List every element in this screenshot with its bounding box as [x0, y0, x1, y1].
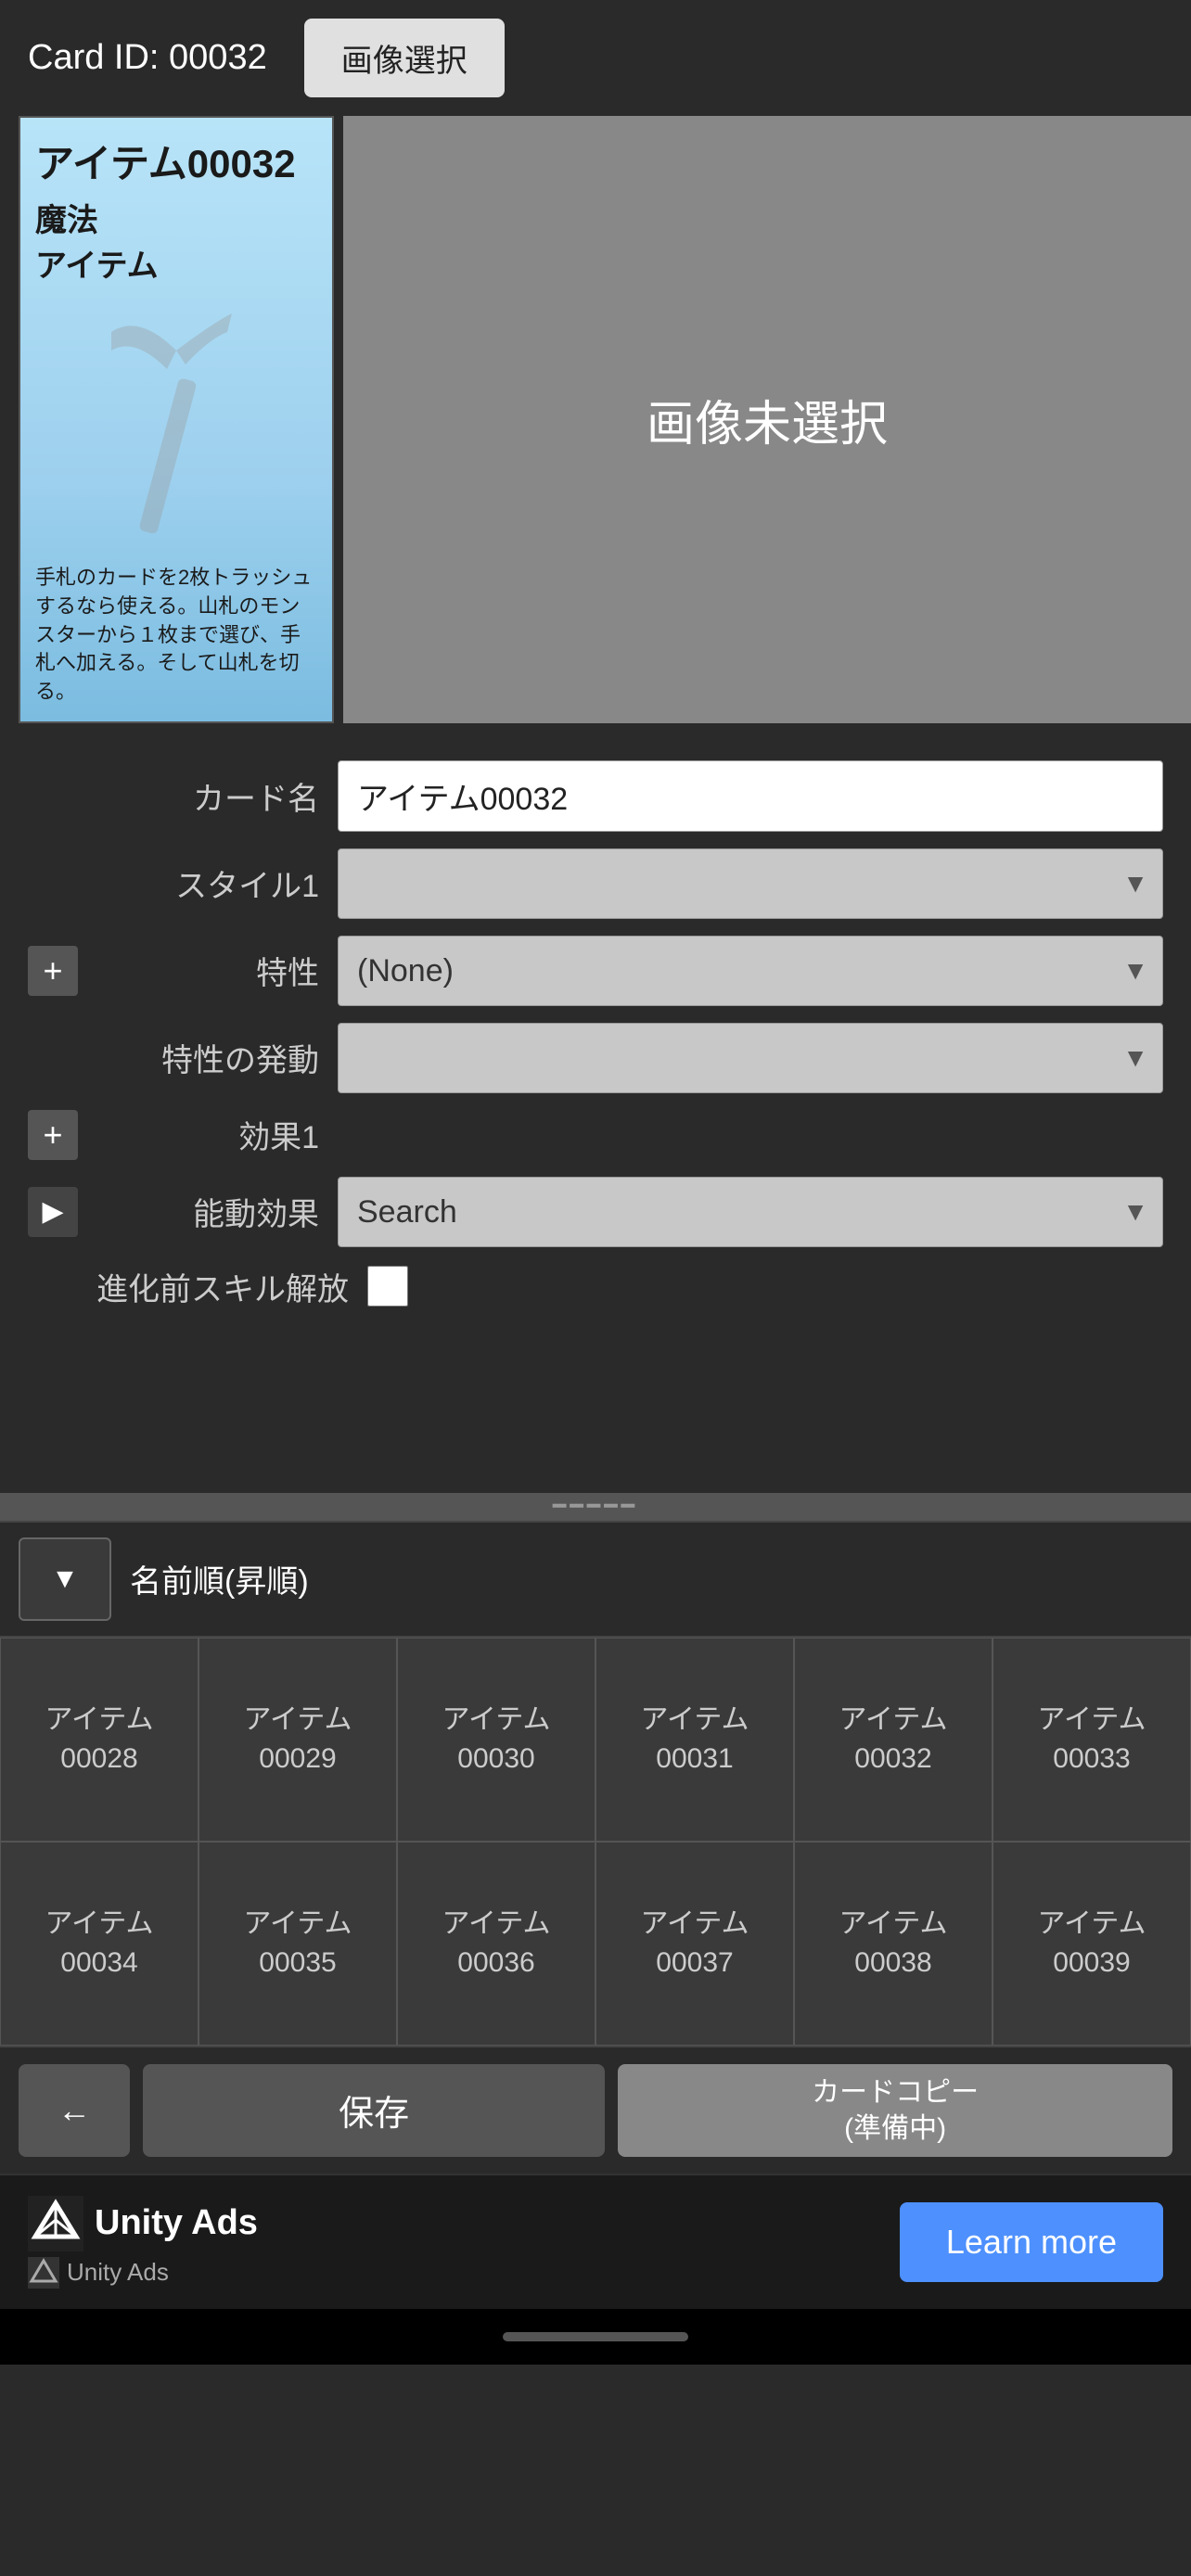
- unity-small-branding: Unity Ads: [28, 2257, 169, 2289]
- passive-effect-select[interactable]: Search: [338, 1177, 1163, 1247]
- sort-label: 名前順(昇順): [130, 1556, 309, 1601]
- trait-trigger-row: 特性の発動 ▼: [28, 1023, 1163, 1093]
- back-arrow-icon: ←: [58, 2091, 91, 2130]
- pre-evo-skill-label: 進化前スキル解放: [96, 1264, 349, 1309]
- pre-evo-skill-row: 進化前スキル解放: [28, 1264, 1163, 1309]
- grid-cell-label: アイテム00029: [244, 1701, 352, 1779]
- grid-cell-00038[interactable]: アイテム00038: [794, 1842, 992, 2046]
- sort-arrow-icon: ▼: [51, 1563, 79, 1595]
- trait-row: + 特性 (None) ▼: [28, 936, 1163, 1006]
- effect1-add-button[interactable]: +: [28, 1110, 78, 1160]
- trait-trigger-select-wrapper: ▼: [338, 1023, 1163, 1093]
- card-preview-title: アイテム00032: [35, 133, 317, 189]
- grid-cell-label: アイテム00039: [1038, 1905, 1146, 1983]
- grid-cell-label: アイテム00033: [1038, 1701, 1146, 1779]
- home-indicator: [0, 2309, 1191, 2365]
- grid-cell-00031[interactable]: アイテム00031: [596, 1638, 794, 1842]
- card-copy-label: カードコピー(準備中): [812, 2077, 979, 2144]
- unity-logo-area: Unity Ads Unity Ads: [28, 2196, 258, 2289]
- grid-cell-00037[interactable]: アイテム00037: [596, 1842, 794, 2046]
- grid-cell-00035[interactable]: アイテム00035: [198, 1842, 397, 2046]
- style1-select-wrapper: ▼: [338, 848, 1163, 919]
- drag-divider[interactable]: ━━━━━: [0, 1493, 1191, 1521]
- card-name-row: カード名: [28, 760, 1163, 832]
- card-preview-desc: 手札のカードを2枚トラッシュするなら使える。山札のモンスターから１枚まで選び、手…: [35, 564, 317, 707]
- drag-handle-icon: ━━━━━: [553, 1493, 638, 1520]
- image-select-button[interactable]: 画像選択: [304, 19, 505, 97]
- grid-cell-00030[interactable]: アイテム00030: [397, 1638, 596, 1842]
- unity-small-logo-icon: [28, 2257, 59, 2289]
- sort-direction-button[interactable]: ▼: [19, 1537, 111, 1621]
- grid-cell-00032[interactable]: アイテム00032: [794, 1638, 992, 1842]
- style1-select[interactable]: [338, 848, 1163, 919]
- passive-effect-select-wrapper: Search ▼: [338, 1177, 1163, 1247]
- action-bar: ← 保存 カードコピー(準備中): [0, 2046, 1191, 2174]
- unity-ads-text: Unity Ads: [95, 2203, 258, 2243]
- effect1-label: 効果1: [96, 1112, 319, 1157]
- grid-cell-label: アイテム00036: [442, 1905, 551, 1983]
- card-name-label: カード名: [96, 773, 319, 819]
- save-button[interactable]: 保存: [143, 2064, 605, 2157]
- grid-cell-00039[interactable]: アイテム00039: [992, 1842, 1191, 2046]
- preview-area: アイテム00032 魔法 アイテム 手札のカードを2枚トラッシュするなら使える。…: [0, 116, 1191, 742]
- back-button[interactable]: ←: [19, 2064, 130, 2157]
- card-preview-type1: 魔法: [35, 195, 317, 240]
- card-id-label: Card ID: 00032: [28, 38, 267, 78]
- grid-cell-00034[interactable]: アイテム00034: [0, 1842, 198, 2046]
- grid-cell-00028[interactable]: アイテム00028: [0, 1638, 198, 1842]
- unity-ads-logo-icon: [28, 2196, 83, 2251]
- sort-bar: ▼ 名前順(昇順): [0, 1521, 1191, 1636]
- unity-ads-branding: Unity Ads: [28, 2196, 258, 2251]
- form-area: カード名 スタイル1 ▼ + 特性 (None) ▼ 特性の発動: [0, 742, 1191, 1493]
- trait-trigger-select[interactable]: [338, 1023, 1163, 1093]
- grid-cell-label: アイテム00035: [244, 1905, 352, 1983]
- pickaxe-icon: [83, 304, 269, 545]
- play-button[interactable]: ▶: [28, 1187, 78, 1237]
- grid-cell-label: アイテム00032: [839, 1701, 948, 1779]
- pre-evo-skill-checkbox[interactable]: [367, 1266, 408, 1307]
- card-image-area: [35, 295, 317, 555]
- grid-cell-label: アイテム00038: [839, 1905, 948, 1983]
- card-grid: アイテム00028 アイテム00029 アイテム00030 アイテム00031 …: [0, 1636, 1191, 2046]
- style1-row: スタイル1 ▼: [28, 848, 1163, 919]
- top-bar: Card ID: 00032 画像選択: [0, 0, 1191, 116]
- trait-label: 特性: [96, 948, 319, 993]
- grid-cell-00033[interactable]: アイテム00033: [992, 1638, 1191, 1842]
- effect1-row: + 効果1: [28, 1110, 1163, 1160]
- grid-cell-label: アイテム00031: [641, 1701, 749, 1779]
- learn-more-button[interactable]: Learn more: [900, 2202, 1163, 2282]
- card-preview-type2: アイテム: [35, 240, 317, 286]
- card-copy-button[interactable]: カードコピー(準備中): [618, 2064, 1172, 2157]
- image-placeholder-text: 画像未選択: [647, 385, 888, 454]
- form-spacer: [28, 1326, 1163, 1474]
- grid-cell-00036[interactable]: アイテム00036: [397, 1842, 596, 2046]
- card-name-input[interactable]: [338, 760, 1163, 832]
- grid-cell-label: アイテム00030: [442, 1701, 551, 1779]
- grid-cell-label: アイテム00028: [45, 1701, 154, 1779]
- grid-cell-label: アイテム00034: [45, 1905, 154, 1983]
- trait-select-wrapper: (None) ▼: [338, 936, 1163, 1006]
- trait-select[interactable]: (None): [338, 936, 1163, 1006]
- image-placeholder: 画像未選択: [343, 116, 1191, 723]
- trait-trigger-label: 特性の発動: [96, 1035, 319, 1080]
- home-bar: [503, 2332, 688, 2341]
- unity-small-text: Unity Ads: [67, 2258, 169, 2287]
- grid-cell-label: アイテム00037: [641, 1905, 749, 1983]
- passive-effect-label: 能動効果: [96, 1189, 319, 1234]
- style1-label: スタイル1: [96, 861, 319, 906]
- trait-add-button[interactable]: +: [28, 946, 78, 996]
- grid-cell-00029[interactable]: アイテム00029: [198, 1638, 397, 1842]
- passive-effect-row: ▶ 能動効果 Search ▼: [28, 1177, 1163, 1247]
- card-preview: アイテム00032 魔法 アイテム 手札のカードを2枚トラッシュするなら使える。…: [19, 116, 334, 723]
- ad-bar: Unity Ads Unity Ads Learn more: [0, 2174, 1191, 2309]
